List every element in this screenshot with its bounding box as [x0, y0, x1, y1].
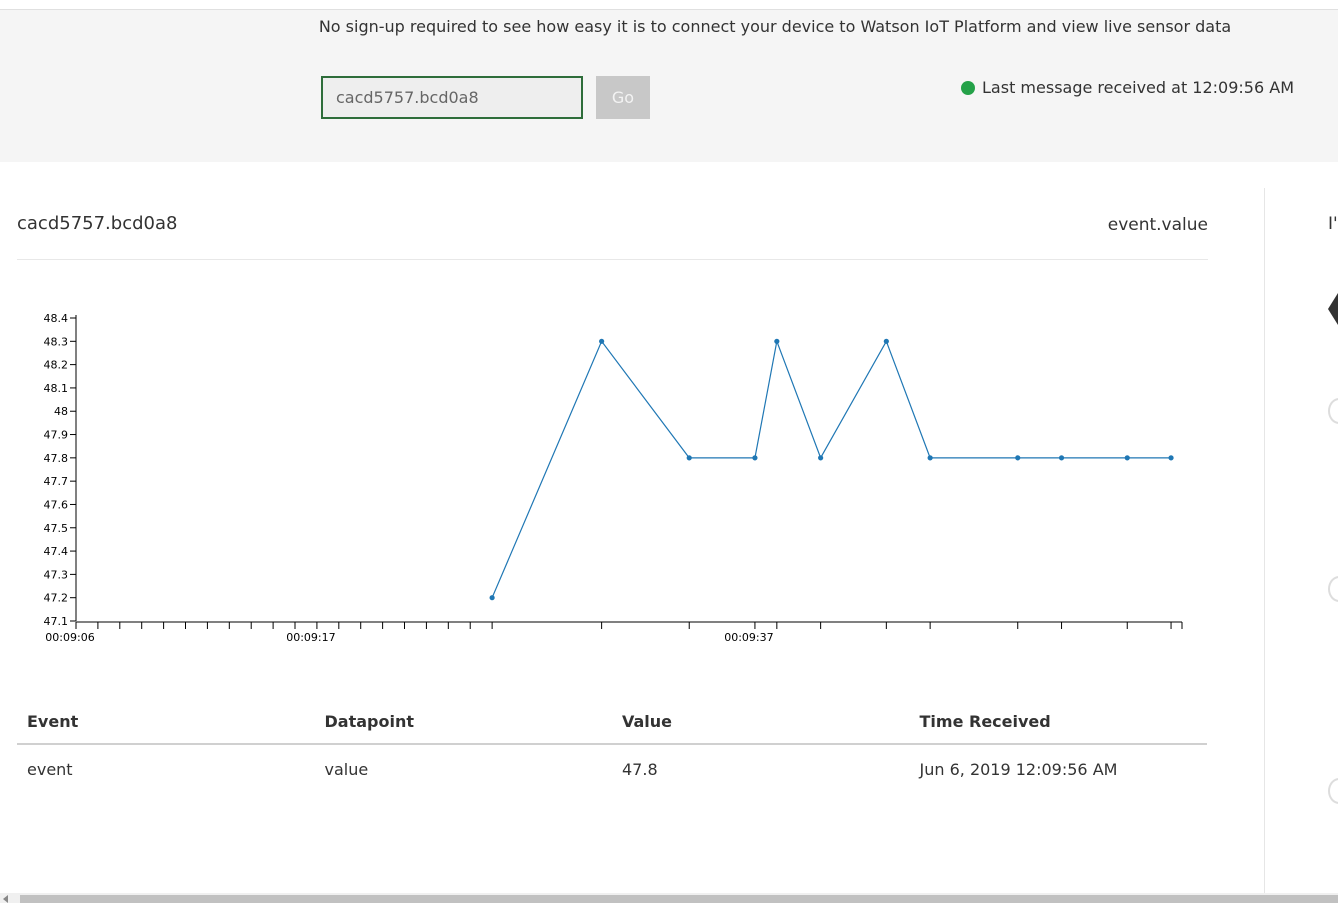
data-point	[599, 338, 605, 344]
y-tick-label: 48.1	[44, 382, 69, 395]
header-value: Value	[622, 712, 673, 731]
cell-datapoint: value	[324, 759, 369, 779]
x-tick-label: 00:09:06	[45, 631, 94, 644]
line-chart: 47.1 47.2 47.3 47.4 47.5 47.6 47.7 47.8 47.9 48 48…	[44, 312, 1183, 644]
y-tick-label: 47.5	[44, 522, 69, 535]
device-title: cacd5757.bcd0a8	[17, 213, 178, 234]
y-tick-label: 48.2	[44, 359, 69, 372]
radio-icon[interactable]	[1328, 576, 1338, 602]
data-point	[774, 338, 780, 344]
panel-divider	[1264, 188, 1265, 893]
radio-icon[interactable]	[1328, 398, 1338, 424]
status-indicator: Last message received at 12:09:56 AM	[961, 78, 1294, 97]
y-tick-label: 48.3	[44, 335, 69, 348]
data-point	[1168, 455, 1174, 461]
metric-label: event.value	[1107, 215, 1208, 235]
cell-value: 47.8	[622, 759, 658, 779]
data-point	[927, 455, 933, 461]
carousel-arrow-icon[interactable]	[1328, 293, 1338, 325]
y-tick-label: 47.7	[44, 475, 69, 488]
header-event: Event	[27, 712, 79, 731]
data-point	[1124, 455, 1130, 461]
horizontal-scrollbar[interactable]	[0, 893, 1338, 903]
radio-icon[interactable]	[1328, 778, 1338, 804]
device-id-input[interactable]	[321, 76, 583, 119]
data-point	[489, 595, 495, 601]
y-tick-label: 48.4	[44, 312, 69, 325]
top-rule	[0, 0, 1338, 10]
y-tick-label: 48	[54, 405, 68, 418]
table-header: Event Datapoint Value Time Received	[17, 706, 1207, 745]
y-tick-label: 47.2	[44, 592, 69, 605]
x-tick-label: 00:09:37	[724, 631, 773, 644]
data-point	[686, 455, 692, 461]
status-dot-icon	[961, 80, 976, 95]
side-panel-text: I'	[1328, 214, 1338, 234]
y-tick-label: 47.8	[44, 452, 69, 465]
tagline: No sign-up required to see how easy it i…	[318, 17, 1232, 36]
y-tick-label: 47.6	[44, 498, 69, 511]
x-tick-label: 00:09:17	[286, 631, 335, 644]
hero-banner: No sign-up required to see how easy it i…	[0, 10, 1338, 162]
scroll-left-icon[interactable]	[3, 895, 8, 903]
events-table: Event Datapoint Value Time Received even…	[17, 706, 1207, 793]
y-tick-label: 47.9	[44, 429, 69, 442]
header-datapoint: Datapoint	[324, 712, 415, 731]
go-button[interactable]: Go	[596, 76, 650, 119]
series-line	[491, 339, 1172, 598]
data-point	[1015, 455, 1021, 461]
cell-time-received: Jun 6, 2019 12:09:56 AM	[919, 759, 1118, 779]
table-row: event value 47.8 Jun 6, 2019 12:09:56 AM	[17, 745, 1207, 793]
header-time-received: Time Received	[919, 712, 1051, 731]
data-point	[818, 455, 824, 461]
data-point	[883, 338, 889, 344]
y-tick-label: 47.4	[44, 545, 69, 558]
cell-event: event	[27, 759, 73, 779]
divider	[17, 259, 1208, 260]
y-tick-label: 47.3	[44, 568, 69, 581]
y-tick-label: 47.1	[44, 615, 69, 628]
data-point	[752, 455, 758, 461]
scrollbar-thumb[interactable]	[20, 895, 1338, 903]
data-point	[1058, 455, 1065, 461]
status-text: Last message received at 12:09:56 AM	[982, 78, 1294, 97]
